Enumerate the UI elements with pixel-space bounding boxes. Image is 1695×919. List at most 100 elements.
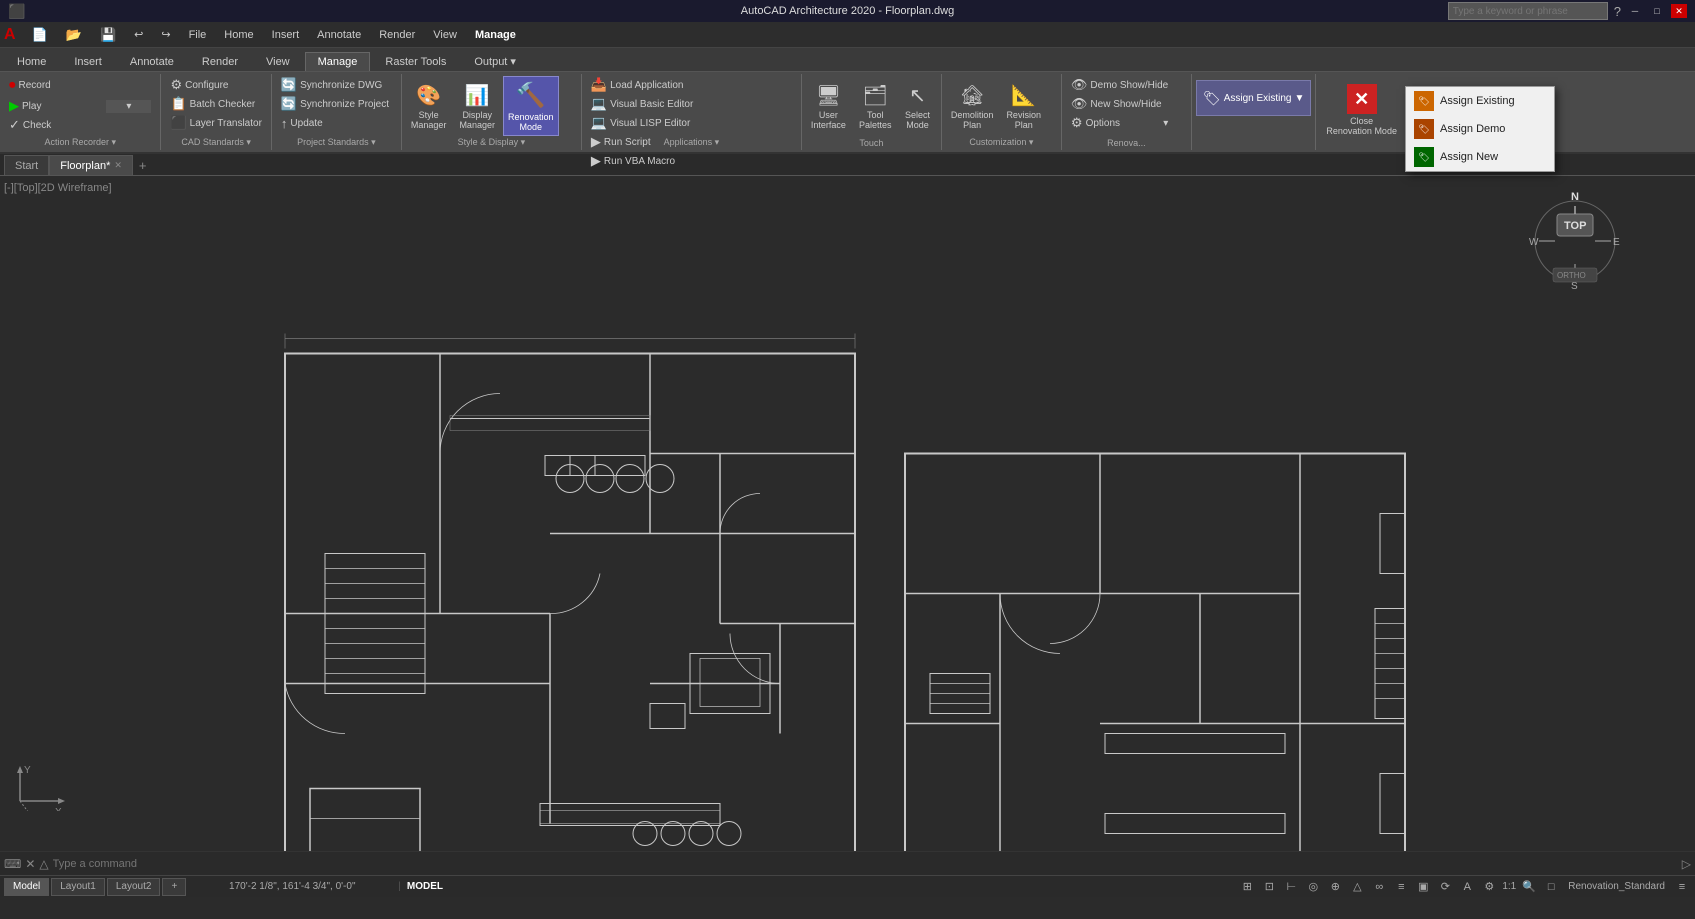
panel-demolition: 🏚 DemolitionPlan 📐 RevisionPlan Customiz…	[942, 74, 1062, 150]
applications-panel-title[interactable]: Applications ▾	[582, 137, 801, 148]
svg-text:E: E	[1613, 237, 1620, 248]
undo-button[interactable]: ↩	[126, 24, 151, 46]
panel-renovation: 👁 Demo Show/Hide 👁 New Show/Hide ⚙ Optio…	[1062, 74, 1192, 150]
tab-output[interactable]: Output ▾	[461, 51, 529, 71]
check-button[interactable]: ✓ Check	[4, 116, 156, 134]
style-manager-button[interactable]: 🎨 StyleManager	[406, 76, 452, 136]
tab-home[interactable]: Home	[4, 52, 59, 71]
assign-existing-menu-icon: 🏷	[1414, 91, 1434, 111]
tab-annotate[interactable]: Annotate	[117, 52, 187, 71]
selection-cycling-icon[interactable]: ⟳	[1436, 878, 1454, 896]
doc-tab-floorplan[interactable]: Floorplan* ✕	[49, 155, 133, 175]
osnap-icon[interactable]: ⊕	[1326, 878, 1344, 896]
lineweight-icon[interactable]: ≡	[1392, 878, 1410, 896]
redo-button[interactable]: ↪	[153, 24, 178, 46]
renovation-standard-label[interactable]: Renovation_Standard	[1564, 881, 1669, 892]
command-expand-icon[interactable]: △	[39, 857, 48, 871]
svg-text:Y: Y	[24, 765, 31, 776]
load-app-button[interactable]: 📥 Load Application	[586, 76, 698, 94]
record-button[interactable]: ⏺ Record	[4, 76, 56, 94]
action-recorder-panel-title[interactable]: Action Recorder ▾	[0, 137, 160, 148]
polar-icon[interactable]: ◎	[1304, 878, 1322, 896]
command-close-icon[interactable]: ✕	[25, 857, 35, 871]
quick-access-new[interactable]: 📄	[24, 24, 56, 46]
model-label[interactable]: MODEL	[407, 881, 443, 892]
snap-icon[interactable]: ⊡	[1260, 878, 1278, 896]
model-tab[interactable]: Model	[4, 878, 49, 896]
help-icon[interactable]: ?	[1614, 4, 1621, 19]
new-show-hide-button[interactable]: 👁 New Show/Hide	[1066, 95, 1173, 113]
select-mode-button[interactable]: ↖ SelectMode	[899, 76, 935, 136]
svg-text:TOP: TOP	[1564, 220, 1586, 232]
dropdown-assign-existing[interactable]: 🏷 Assign Existing	[1406, 87, 1554, 115]
3dosnap-icon[interactable]: △	[1348, 878, 1366, 896]
dropdown-assign-demo[interactable]: 🏷 Assign Demo	[1406, 115, 1554, 143]
vba-editor-button[interactable]: 💻 Visual Basic Editor	[586, 95, 698, 113]
command-help-icon[interactable]: ▷	[1682, 857, 1691, 871]
menu-render[interactable]: Render	[371, 24, 423, 46]
layout2-tab[interactable]: Layout2	[107, 878, 161, 896]
options-button[interactable]: ⚙ Options ▾	[1066, 114, 1173, 132]
renovation-mode-button[interactable]: 🔨 RenovationMode	[503, 76, 559, 136]
maximize-button[interactable]: □	[1649, 4, 1665, 18]
doc-tab-add-button[interactable]: +	[133, 155, 153, 175]
display-manager-button[interactable]: 📊 DisplayManager	[454, 76, 500, 136]
sync-dwg-button[interactable]: 🔄 Synchronize DWG	[276, 76, 394, 94]
play-button[interactable]: ▶ Play	[4, 97, 71, 115]
demolition-plan-button[interactable]: 🏚 DemolitionPlan	[946, 76, 999, 136]
tab-raster-tools[interactable]: Raster Tools	[372, 52, 459, 71]
menu-file[interactable]: File	[181, 24, 215, 46]
revision-plan-button[interactable]: 📐 RevisionPlan	[1001, 76, 1046, 136]
tab-render[interactable]: Render	[189, 52, 251, 71]
menu-home[interactable]: Home	[216, 24, 261, 46]
menu-annotate[interactable]: Annotate	[309, 24, 369, 46]
grid-icon[interactable]: ⊞	[1238, 878, 1256, 896]
workspace-icon[interactable]: ⚙	[1480, 878, 1498, 896]
update-icon: ↑	[281, 116, 288, 131]
macro-dropdown[interactable]: ▾	[101, 97, 156, 115]
menu-manage[interactable]: Manage	[467, 24, 524, 46]
add-layout-button[interactable]: +	[162, 878, 186, 896]
viewport-icon[interactable]: □	[1542, 878, 1560, 896]
doc-tab-close-icon[interactable]: ✕	[114, 160, 122, 171]
panel-style-display: 🎨 StyleManager 📊 DisplayManager 🔨 Renova…	[402, 74, 582, 150]
layer-translator-button[interactable]: ⬛ Layer Translator	[165, 114, 266, 132]
touch-panel-title[interactable]: Touch	[802, 138, 941, 148]
doc-tab-start[interactable]: Start	[4, 155, 49, 175]
lisp-editor-button[interactable]: 💻 Visual LISP Editor	[586, 114, 698, 132]
dropdown-assign-new[interactable]: 🏷 Assign New	[1406, 143, 1554, 171]
configure-button[interactable]: ⚙ Configure	[165, 76, 266, 94]
search-input[interactable]	[1448, 2, 1608, 20]
assign-existing-button[interactable]: 🏷 Assign Existing ▼	[1196, 80, 1312, 116]
close-renovation-button[interactable]: ✕ CloseRenovation Mode	[1320, 80, 1403, 140]
demo-show-hide-button[interactable]: 👁 Demo Show/Hide	[1066, 76, 1173, 94]
command-input[interactable]	[53, 858, 1678, 870]
otrack-icon[interactable]: ∞	[1370, 878, 1388, 896]
menu-view[interactable]: View	[425, 24, 465, 46]
tab-insert[interactable]: Insert	[61, 52, 115, 71]
quick-access-open[interactable]: 📂	[58, 24, 90, 46]
status-menu-icon[interactable]: ≡	[1673, 878, 1691, 896]
panel-applications: 📥 Load Application 💻 Visual Basic Editor…	[582, 74, 802, 150]
run-vba-button[interactable]: ▶ Run VBA Macro	[586, 152, 698, 170]
sync-project-button[interactable]: 🔄 Synchronize Project	[276, 95, 394, 113]
quick-access-save[interactable]: 💾	[92, 24, 124, 46]
layout1-tab[interactable]: Layout1	[51, 878, 105, 896]
zoom-icon[interactable]: 🔍	[1520, 878, 1538, 896]
close-button[interactable]: ✕	[1671, 4, 1687, 18]
user-interface-button[interactable]: 🖥 UserInterface	[806, 76, 851, 136]
annotative-icon[interactable]: A	[1458, 878, 1476, 896]
tool-palettes-button[interactable]: 🗂 ToolPalettes	[854, 76, 897, 136]
transparency-icon[interactable]: ▣	[1414, 878, 1432, 896]
batch-checker-button[interactable]: 📋 Batch Checker	[165, 95, 266, 113]
project-standards-panel-title[interactable]: Project Standards ▾	[272, 137, 401, 148]
renova-panel-title[interactable]: Renova...	[1062, 138, 1191, 148]
ortho-icon[interactable]: ⊢	[1282, 878, 1300, 896]
update-button[interactable]: ↑ Update	[276, 114, 394, 132]
style-display-panel-title[interactable]: Style & Display ▾	[402, 137, 581, 148]
tab-view[interactable]: View	[253, 52, 303, 71]
menu-insert[interactable]: Insert	[264, 24, 308, 46]
tab-manage[interactable]: Manage	[305, 52, 371, 71]
cad-standards-panel-title[interactable]: CAD StandardsCAD Standards ▾	[161, 137, 270, 148]
minimize-button[interactable]: ─	[1627, 4, 1643, 18]
